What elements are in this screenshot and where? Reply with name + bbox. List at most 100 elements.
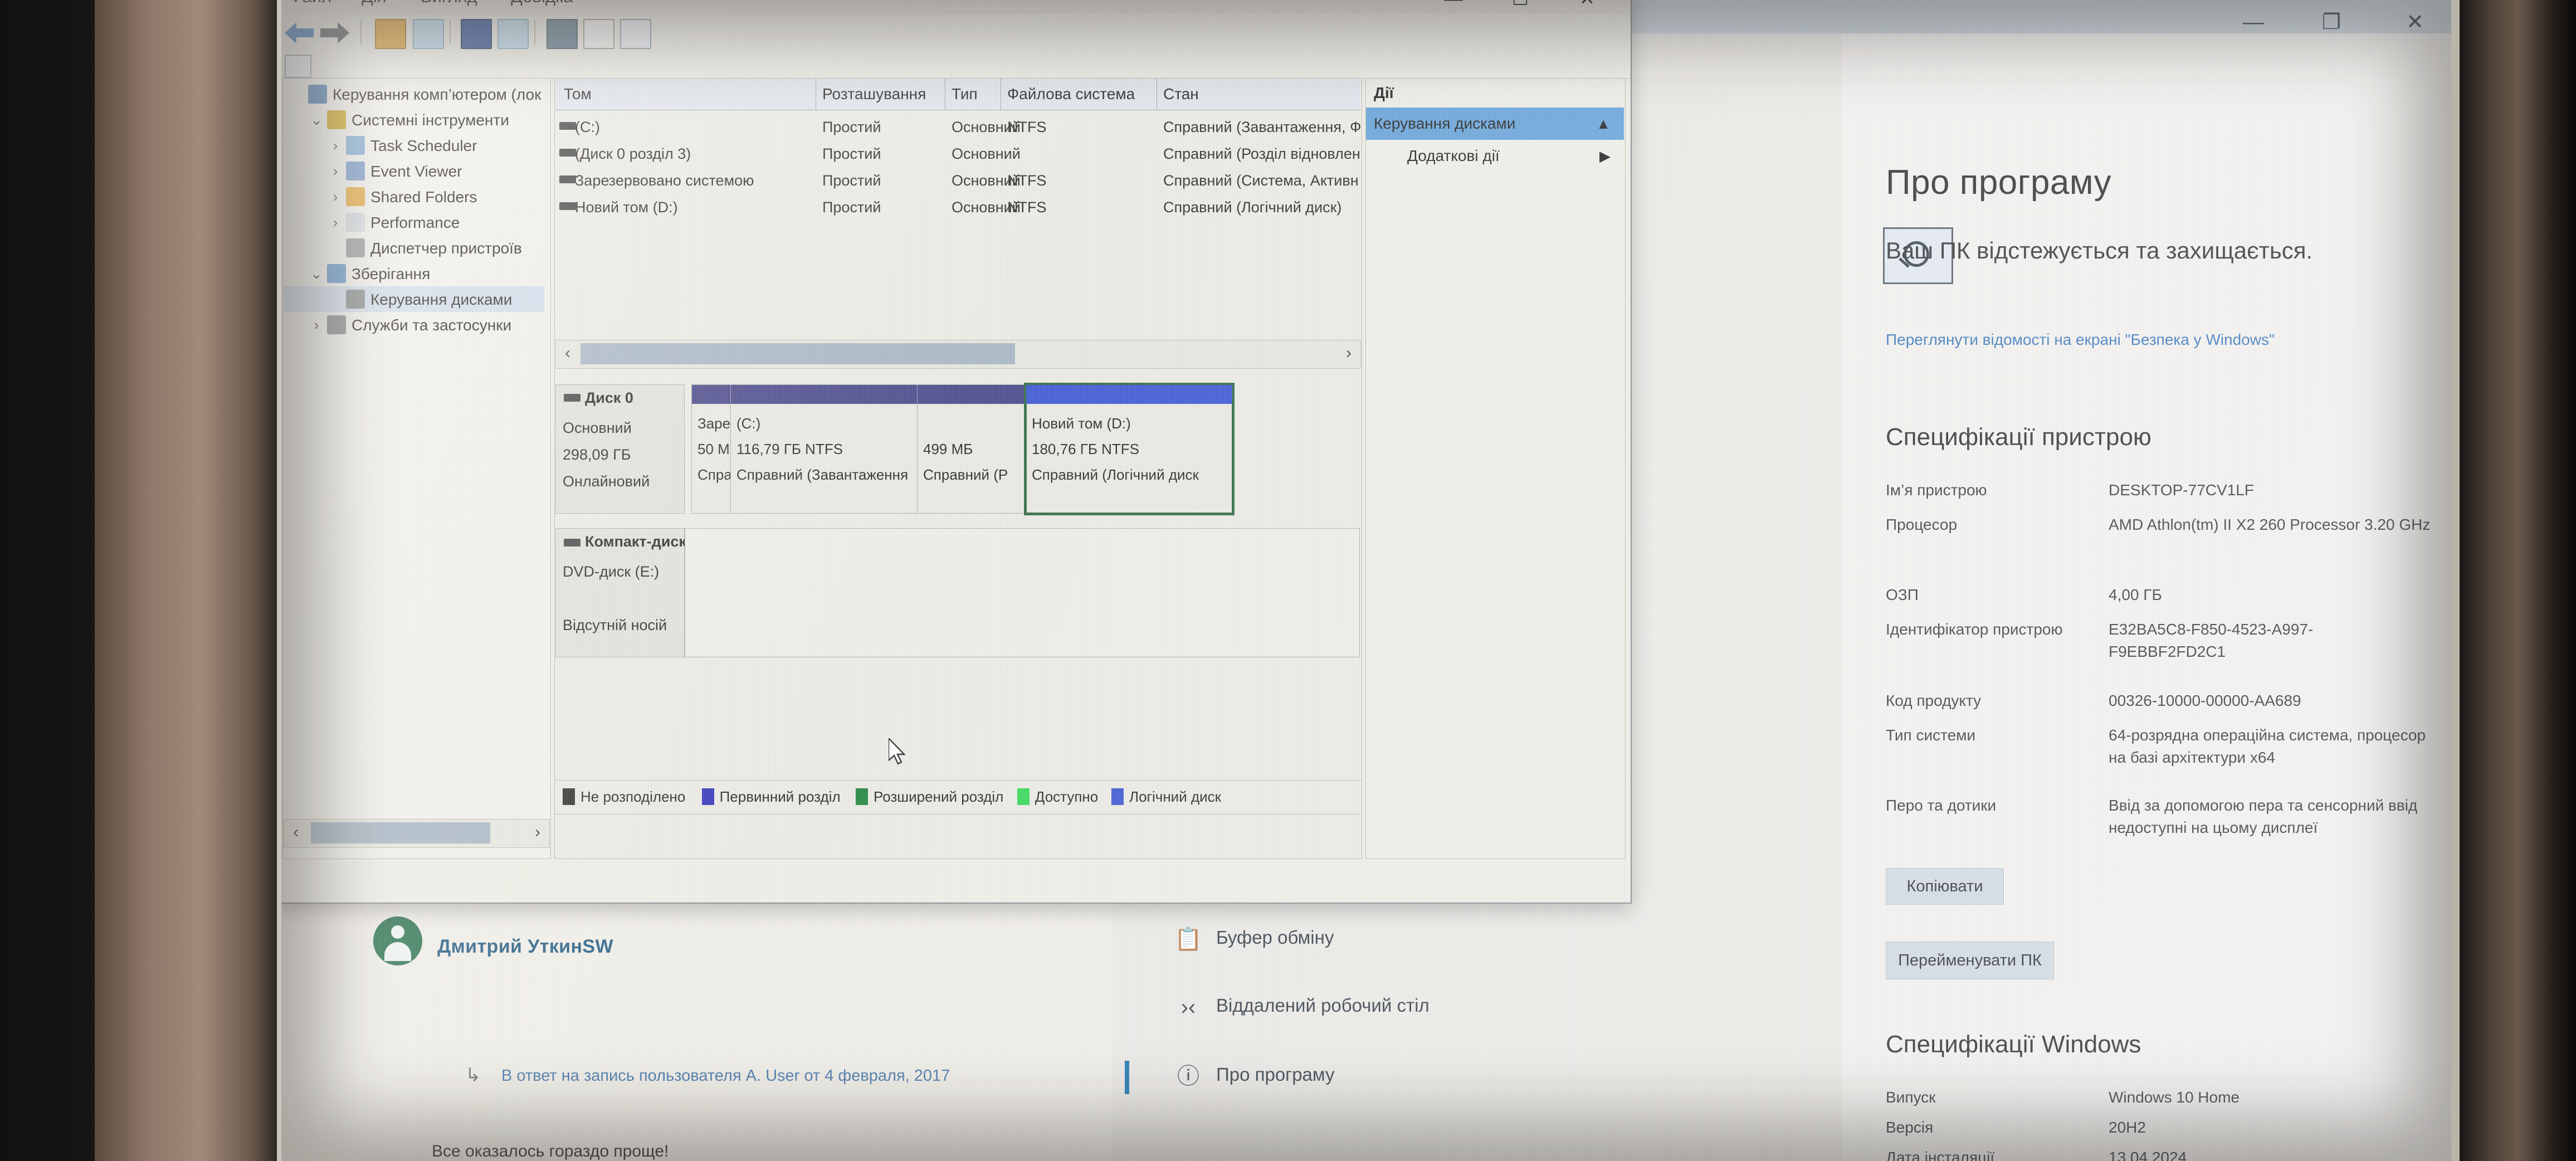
tree-item-0[interactable]: Керування комп’ютером (лок bbox=[284, 81, 544, 107]
partition-color-bar bbox=[731, 385, 918, 404]
partition-color-bar bbox=[918, 385, 1026, 404]
cell-status: Справний (Логічний диск) bbox=[1163, 199, 1342, 216]
disk0-info-box[interactable]: Диск 0 Основний 298,09 ГБ Онлайновий bbox=[555, 384, 685, 514]
action-item-disk-management[interactable]: Керування дисками ▲ bbox=[1366, 108, 1624, 140]
help-icon[interactable] bbox=[461, 19, 492, 49]
mmc-minimize-button[interactable]: — bbox=[1424, 0, 1482, 13]
winspec-key-install-date: Дата інсталяції bbox=[1886, 1149, 1995, 1161]
reply-reference-link[interactable]: В ответ на запись пользователя A. User о… bbox=[501, 1067, 950, 1085]
cell-name: (C:) bbox=[575, 119, 600, 135]
chevron-right-icon[interactable]: › bbox=[327, 214, 344, 231]
chevron-right-icon[interactable]: ▶ bbox=[1599, 148, 1611, 165]
partition-0[interactable]: Зарезе 50 МБ Справі bbox=[691, 384, 745, 514]
actions-pane[interactable]: Дії Керування дисками ▲ Додаткові дії ▶ bbox=[1365, 78, 1626, 859]
browser-close-button[interactable]: ✕ bbox=[2382, 8, 2448, 37]
device-specs-title: Специфікації пристрою bbox=[1886, 423, 2151, 451]
tree-item-5[interactable]: › Performance bbox=[284, 209, 544, 235]
tree-item-8[interactable]: Керування дисками bbox=[284, 286, 544, 312]
volume-list-horizontal-scrollbar[interactable]: ‹ › bbox=[555, 340, 1361, 369]
tree-item-7[interactable]: ⌄ Зберігання bbox=[284, 261, 544, 286]
tree-item-3[interactable]: › Event Viewer bbox=[284, 158, 544, 184]
spec-value-device-id: E32BA5C8-F850-4523-A997-F9EBBF2FD2C1 bbox=[2109, 621, 2314, 660]
column-header-filesystem[interactable]: Файлова система bbox=[1007, 85, 1135, 103]
tree-item-2[interactable]: › Task Scheduler bbox=[284, 133, 544, 158]
properties-icon[interactable] bbox=[583, 19, 614, 49]
spec-value-device-name: DESKTOP-77CV1LF bbox=[2109, 481, 2254, 499]
cdrom0-info-box[interactable]: Компакт-диск 0 DVD-диск (E:) Відсутній н… bbox=[555, 528, 699, 657]
monitor-bezel-right bbox=[2460, 0, 2576, 1161]
cell-type: Основний bbox=[952, 145, 1021, 162]
volume-icon bbox=[559, 122, 576, 130]
menu-help[interactable]: Довідка bbox=[511, 0, 573, 7]
browser-minimize-button[interactable]: — bbox=[2220, 8, 2287, 37]
table-row[interactable]: Новий том (D:) Простий Основний NTFS Справни… bbox=[555, 193, 1360, 220]
scroll-left-arrow[interactable]: ‹ bbox=[558, 344, 577, 363]
tree-item-label: Служби та застосунки bbox=[352, 316, 512, 334]
show-console-tree-icon[interactable] bbox=[413, 19, 444, 49]
copy-button[interactable]: Копіювати bbox=[1886, 868, 2004, 905]
disk-graphical-view[interactable]: Диск 0 Основний 298,09 ГБ Онлайновий Зар… bbox=[555, 378, 1360, 818]
column-header-status[interactable]: Стан bbox=[1163, 85, 1199, 103]
sidebar-item-about[interactable]: ⓘ Про програму bbox=[1125, 1056, 1802, 1100]
up-folder-icon[interactable] bbox=[375, 19, 406, 49]
column-header-layout[interactable]: Розташування bbox=[822, 85, 926, 103]
mmc-secondary-toolbar bbox=[281, 51, 1631, 79]
mouse-cursor bbox=[889, 738, 911, 769]
list-view-icon[interactable] bbox=[620, 19, 651, 49]
partition-3[interactable]: Новий том (D:) 180,76 ГБ NTFS Справний (Ло… bbox=[1024, 383, 1235, 515]
sidebar-item-remote-desktop[interactable]: ›‹ Віддалений робочий стіл bbox=[1145, 987, 1802, 1031]
scrollbar-thumb[interactable] bbox=[311, 822, 490, 843]
table-row[interactable]: (Диск 0 розділ 3) Простий Основний Справний… bbox=[555, 140, 1360, 167]
mmc-maximize-button[interactable]: ☐ bbox=[1491, 0, 1549, 13]
cdrom0-media-area[interactable] bbox=[685, 528, 1360, 657]
info-icon: ⓘ bbox=[1177, 1064, 1199, 1089]
partition-size: 499 МБ bbox=[923, 441, 973, 457]
sidebar-item-clipboard[interactable]: 📋 Буфер обміну bbox=[1145, 919, 1802, 963]
menu-action[interactable]: Дія bbox=[362, 0, 387, 7]
scroll-right-arrow[interactable]: › bbox=[528, 823, 547, 842]
cell-fs: NTFS bbox=[1007, 119, 1047, 135]
refresh-icon[interactable] bbox=[547, 19, 578, 49]
column-header-type[interactable]: Тип bbox=[952, 85, 978, 103]
action-item-more-actions[interactable]: Додаткові дії ▶ bbox=[1366, 140, 1624, 172]
scroll-right-arrow[interactable]: › bbox=[1339, 344, 1358, 363]
mmc-close-button[interactable]: ✕ bbox=[1558, 0, 1616, 13]
reply-arrow-icon: ↳ bbox=[465, 1065, 481, 1086]
column-header-volume[interactable]: Том bbox=[564, 85, 592, 103]
partition-label: (C:) bbox=[736, 415, 761, 432]
table-row[interactable]: (C:) Простий Основний NTFS Справний (Заванта… bbox=[555, 113, 1361, 140]
action-label: Додаткові дії bbox=[1407, 147, 1500, 164]
rename-pc-button[interactable]: Перейменувати ПК bbox=[1886, 942, 2054, 979]
show-action-pane-icon[interactable] bbox=[497, 19, 529, 49]
scrollbar-thumb[interactable] bbox=[580, 343, 1015, 364]
chevron-right-icon[interactable]: › bbox=[327, 188, 344, 206]
spec-value-system-type: 64-розрядна операційна система, процесор… bbox=[2109, 726, 2426, 766]
windows-security-link[interactable]: Переглянути відомості на екрані "Безпека… bbox=[1886, 329, 2287, 352]
menu-view[interactable]: Вигляд bbox=[421, 0, 477, 7]
menu-file[interactable]: Файл bbox=[289, 0, 331, 7]
chevron-right-icon[interactable]: › bbox=[327, 137, 344, 154]
chevron-right-icon[interactable]: › bbox=[327, 163, 344, 180]
cell-status: Справний (Система, Активн bbox=[1163, 172, 1359, 189]
tree-item-9[interactable]: › Служби та застосунки bbox=[284, 312, 544, 338]
spec-key-ram: ОЗП bbox=[1886, 586, 1919, 603]
partition-2[interactable]: 499 МБ Справний (Р bbox=[917, 384, 1027, 514]
disk-legend: Не розподілено Первинний розділ Розширений… bbox=[554, 780, 1362, 814]
event-log-icon bbox=[346, 162, 365, 181]
table-row[interactable]: Зарезервовано системою Простий Основний NTF… bbox=[555, 167, 1360, 193]
chevron-up-icon[interactable]: ▲ bbox=[1596, 115, 1611, 133]
tree-item-1[interactable]: ⌄ Системні інструменти bbox=[284, 107, 544, 133]
partition-1[interactable]: (C:) 116,79 ГБ NTFS Справний (Завантаження bbox=[730, 384, 918, 514]
list-view-small-icon[interactable] bbox=[285, 55, 311, 78]
cell-layout: Простий bbox=[822, 145, 881, 162]
chevron-down-icon[interactable]: ⌄ bbox=[308, 111, 325, 129]
spec-value-product-id: 00326-10000-00000-AA689 bbox=[2109, 692, 2301, 709]
tree-horizontal-scrollbar[interactable]: ‹ › bbox=[284, 819, 550, 848]
browser-maximize-button[interactable]: ❐ bbox=[2298, 8, 2365, 37]
tree-item-4[interactable]: › Shared Folders bbox=[284, 184, 544, 209]
chevron-down-icon[interactable]: ⌄ bbox=[308, 265, 325, 282]
tree-item-6[interactable]: Диспетчер пристроїв bbox=[284, 235, 544, 261]
chevron-right-icon[interactable]: › bbox=[308, 316, 325, 334]
scroll-left-arrow[interactable]: ‹ bbox=[286, 823, 305, 842]
forum-username[interactable]: Дмитрий УткинSW bbox=[437, 936, 613, 958]
